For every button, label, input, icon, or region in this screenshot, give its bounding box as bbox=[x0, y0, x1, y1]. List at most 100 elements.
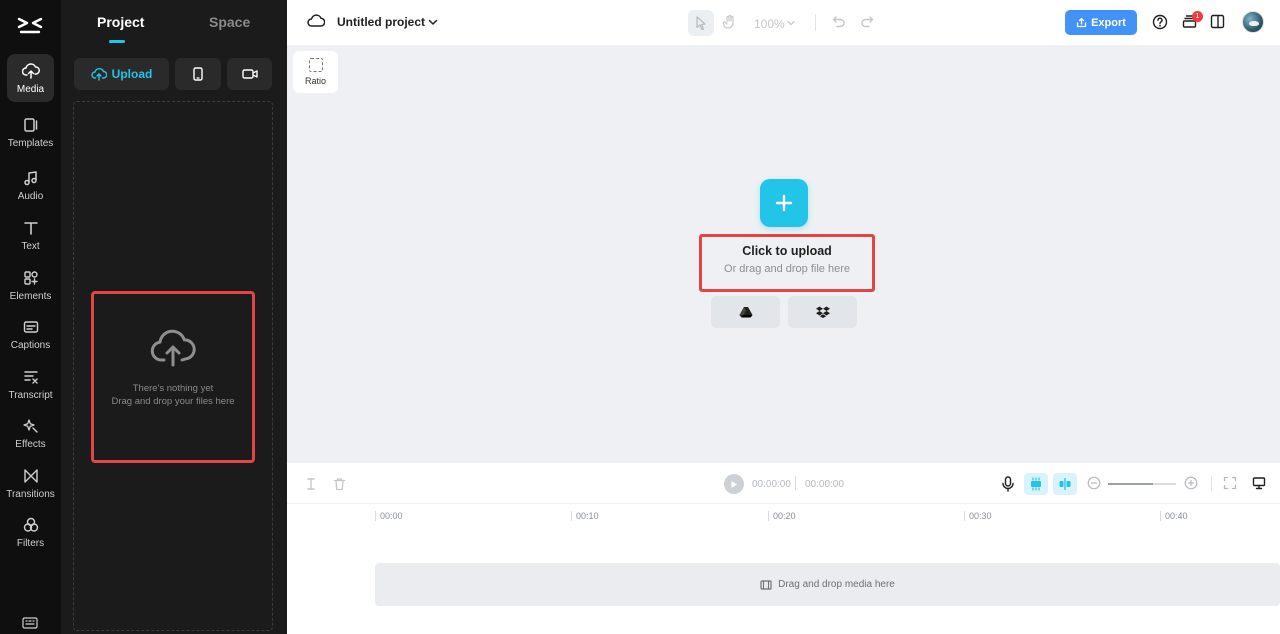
play-button[interactable] bbox=[724, 474, 744, 494]
empty-state-subtitle: Drag and drop your files here bbox=[111, 396, 235, 407]
split-icon[interactable] bbox=[304, 477, 318, 491]
video-camera-icon bbox=[241, 69, 258, 79]
microphone-icon[interactable] bbox=[1001, 476, 1015, 492]
export-button[interactable]: Export bbox=[1065, 10, 1137, 35]
empty-state-title: There's nothing yet bbox=[132, 383, 214, 394]
tab-space[interactable]: Space bbox=[209, 14, 250, 30]
elements-icon bbox=[23, 270, 38, 285]
avatar[interactable] bbox=[1242, 11, 1264, 33]
captions-icon bbox=[23, 320, 38, 333]
ratio-label: Ratio bbox=[304, 76, 326, 86]
preview-monitor-icon[interactable] bbox=[1252, 476, 1266, 490]
timecode-divider bbox=[795, 476, 796, 490]
phone-upload-button[interactable] bbox=[175, 58, 221, 90]
rail-item-media[interactable]: Media bbox=[7, 54, 54, 102]
rail-item-filters[interactable]: Filters bbox=[0, 508, 61, 556]
hand-icon[interactable] bbox=[722, 14, 738, 30]
timeline-divider bbox=[1211, 476, 1212, 491]
transitions-icon bbox=[23, 468, 38, 483]
total-time: 00:00:00 bbox=[805, 479, 844, 490]
rail-item-label: Text bbox=[21, 240, 40, 252]
zoom-in-icon[interactable] bbox=[1184, 476, 1198, 490]
text-t-icon bbox=[23, 221, 38, 235]
transcript-icon bbox=[23, 370, 38, 384]
add-media-button[interactable] bbox=[760, 179, 808, 227]
keyboard-icon[interactable] bbox=[22, 616, 38, 630]
effects-star-icon bbox=[22, 418, 38, 433]
ruler-tick: 00:20 bbox=[768, 511, 796, 521]
dropbox-button[interactable] bbox=[788, 296, 857, 328]
rail-item-label: Elements bbox=[9, 290, 52, 302]
preview-canvas: Ratio Click to upload Or drag and drop f… bbox=[287, 45, 1280, 463]
drop-hint: Drag and drop media here bbox=[778, 579, 895, 590]
tab-project[interactable]: Project bbox=[97, 14, 144, 30]
zoom-level[interactable]: 100% bbox=[754, 17, 785, 31]
project-title[interactable]: Untitled project bbox=[337, 15, 425, 29]
redo-icon[interactable] bbox=[860, 15, 874, 29]
plus-icon bbox=[775, 194, 793, 212]
upload-cloud-icon bbox=[91, 68, 107, 81]
ratio-button[interactable]: Ratio bbox=[293, 51, 338, 93]
rail-item-label: Transcript bbox=[8, 389, 53, 401]
timeline: 00:00:00 00:00:00 00:00 00:10 00:20 00:3… bbox=[287, 463, 1280, 634]
snap-icon bbox=[1031, 477, 1041, 491]
cloud-sync-icon[interactable] bbox=[307, 14, 325, 28]
help-icon[interactable] bbox=[1152, 14, 1168, 30]
top-bar: Untitled project 100% Export 1 bbox=[287, 0, 1280, 45]
rail-item-label: Filters bbox=[16, 537, 45, 549]
link-track-icon bbox=[1059, 478, 1071, 490]
active-tab-indicator bbox=[109, 40, 125, 43]
rail-item-label: Effects bbox=[15, 438, 46, 450]
zoom-slider[interactable] bbox=[1108, 483, 1176, 485]
main-track-magnet-toggle[interactable] bbox=[1053, 473, 1077, 495]
upload-button[interactable]: Upload bbox=[74, 58, 169, 90]
current-time: 00:00:00 bbox=[752, 479, 791, 490]
ruler-tick: 00:30 bbox=[964, 511, 992, 521]
google-drive-icon bbox=[739, 307, 752, 318]
upload-cloud-icon bbox=[150, 329, 196, 367]
rail-item-label: Audio bbox=[17, 190, 44, 202]
rail-item-templates[interactable]: Templates bbox=[0, 108, 61, 156]
upload-subtitle: Or drag and drop file here bbox=[724, 263, 850, 275]
rail-item-elements[interactable]: Elements bbox=[0, 261, 61, 309]
upload-button-label: Upload bbox=[111, 67, 153, 81]
ruler-tick: 00:00 bbox=[375, 511, 403, 521]
rail-item-label: Templates bbox=[7, 137, 54, 149]
zoom-slider-fill bbox=[1108, 483, 1153, 485]
templates-icon bbox=[23, 117, 37, 132]
film-strip-icon bbox=[760, 579, 772, 590]
upload-title: Click to upload bbox=[742, 244, 832, 258]
zoom-out-icon[interactable] bbox=[1087, 476, 1101, 490]
layout-panel-icon[interactable] bbox=[1210, 14, 1225, 29]
undo-icon[interactable] bbox=[832, 15, 846, 29]
notification-badge: 1 bbox=[1192, 11, 1203, 22]
cursor-arrow-icon bbox=[696, 16, 706, 30]
media-drop-track[interactable]: Drag and drop media here bbox=[375, 563, 1280, 606]
click-to-upload[interactable]: Click to upload Or drag and drop file he… bbox=[699, 234, 875, 292]
chevron-down-icon[interactable] bbox=[786, 18, 796, 28]
export-button-label: Export bbox=[1091, 16, 1126, 29]
google-drive-button[interactable] bbox=[711, 296, 780, 328]
auto-snap-toggle[interactable] bbox=[1024, 473, 1048, 495]
rail-item-captions[interactable]: Captions bbox=[0, 310, 61, 358]
record-button[interactable] bbox=[227, 58, 272, 90]
upload-cloud-icon bbox=[21, 62, 40, 79]
dropbox-icon bbox=[815, 306, 830, 318]
rail-item-text[interactable]: Text bbox=[0, 211, 61, 259]
phone-icon bbox=[193, 67, 203, 81]
rail-item-audio[interactable]: Audio bbox=[0, 161, 61, 209]
select-tool-button[interactable] bbox=[688, 10, 714, 36]
music-note-icon bbox=[23, 170, 37, 185]
ratio-icon bbox=[308, 58, 323, 72]
ruler-tick: 00:40 bbox=[1160, 511, 1188, 521]
rail-item-transitions[interactable]: Transitions bbox=[0, 459, 61, 507]
toolbar-divider bbox=[815, 14, 816, 31]
rail-item-transcript[interactable]: Transcript bbox=[0, 360, 61, 408]
media-panel: Project Space Upload There's nothing yet… bbox=[61, 0, 287, 634]
trash-icon[interactable] bbox=[333, 477, 346, 491]
rail-item-effects[interactable]: Effects bbox=[0, 409, 61, 457]
capcut-logo-icon bbox=[17, 17, 43, 34]
rail-item-label: Media bbox=[16, 83, 45, 95]
fit-timeline-icon[interactable] bbox=[1223, 476, 1237, 490]
chevron-down-icon[interactable] bbox=[427, 16, 439, 28]
